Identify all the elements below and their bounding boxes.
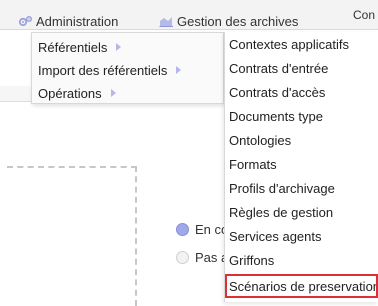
caret-right-icon	[110, 89, 116, 97]
submenu-item-label: Formats	[229, 156, 277, 172]
submenu-item-label: Contextes applicatifs	[229, 36, 349, 52]
submenu-item-services-agents[interactable]: Services agents	[225, 224, 378, 248]
menu-item-label: Référentiels	[38, 39, 108, 55]
menu-item-import-referentiels[interactable]: Import des référentiels	[38, 59, 182, 81]
submenu-item-label: Profils d'archivage	[229, 180, 335, 196]
submenu-item-label: Règles de gestion	[229, 204, 334, 220]
topbar-right-label[interactable]: Con	[353, 8, 375, 22]
submenu-item-label: Services agents	[229, 228, 322, 244]
submenu-item-scenarios-preservation[interactable]: Scénarios de preservation	[225, 274, 378, 298]
menu-administration[interactable]: Administration	[18, 13, 118, 29]
menu-gestion-archives-label: Gestion des archives	[177, 13, 299, 29]
gears-icon	[18, 15, 33, 28]
submenu-item-profils-archivage[interactable]: Profils d'archivage	[225, 176, 378, 200]
submenu-item-regles-gestion[interactable]: Règles de gestion	[225, 200, 378, 224]
submenu-item-griffons[interactable]: Griffons	[225, 248, 378, 272]
menu-item-referentiels[interactable]: Référentiels	[38, 36, 122, 58]
menu-gestion-archives[interactable]: Gestion des archives	[159, 13, 298, 29]
administration-dropdown-menu: Référentiels Import des référentiels Opé…	[31, 32, 224, 104]
submenu-item-documents-type[interactable]: Documents type	[225, 104, 378, 128]
submenu-item-label: Contrats d'accès	[229, 84, 326, 100]
submenu-item-ontologies[interactable]: Ontologies	[225, 128, 378, 152]
submenu-item-label: Scénarios de preservation	[229, 278, 378, 294]
menu-administration-label: Administration	[36, 13, 119, 29]
submenu-item-contrats-entree[interactable]: Contrats d'entrée	[225, 56, 378, 80]
radio-checked-icon[interactable]	[176, 223, 189, 236]
submenu-item-label: Griffons	[229, 252, 275, 268]
caret-right-icon	[116, 43, 122, 51]
dashed-panel	[7, 166, 137, 306]
radio-unchecked-icon[interactable]	[176, 251, 189, 264]
radio-option-1[interactable]: En co	[176, 222, 228, 237]
radio-option-2[interactable]: Pas a	[176, 250, 228, 265]
submenu-item-label: Contrats d'entrée	[229, 60, 329, 76]
caret-right-icon	[176, 66, 182, 74]
area-chart-icon	[159, 15, 174, 27]
submenu-item-contrats-acces[interactable]: Contrats d'accès	[225, 80, 378, 104]
referentiels-submenu: Contextes applicatifs Contrats d'entrée …	[224, 32, 378, 302]
submenu-item-contextes-applicatifs[interactable]: Contextes applicatifs	[225, 32, 378, 56]
menu-item-label: Opérations	[38, 85, 102, 101]
menu-item-label: Import des référentiels	[38, 62, 168, 78]
top-navigation-bar: Administration Gestion des archives Con	[0, 0, 378, 30]
submenu-item-formats[interactable]: Formats	[225, 152, 378, 176]
menu-item-operations[interactable]: Opérations	[38, 82, 116, 104]
submenu-item-label: Ontologies	[229, 132, 292, 148]
submenu-item-label: Documents type	[229, 108, 323, 124]
